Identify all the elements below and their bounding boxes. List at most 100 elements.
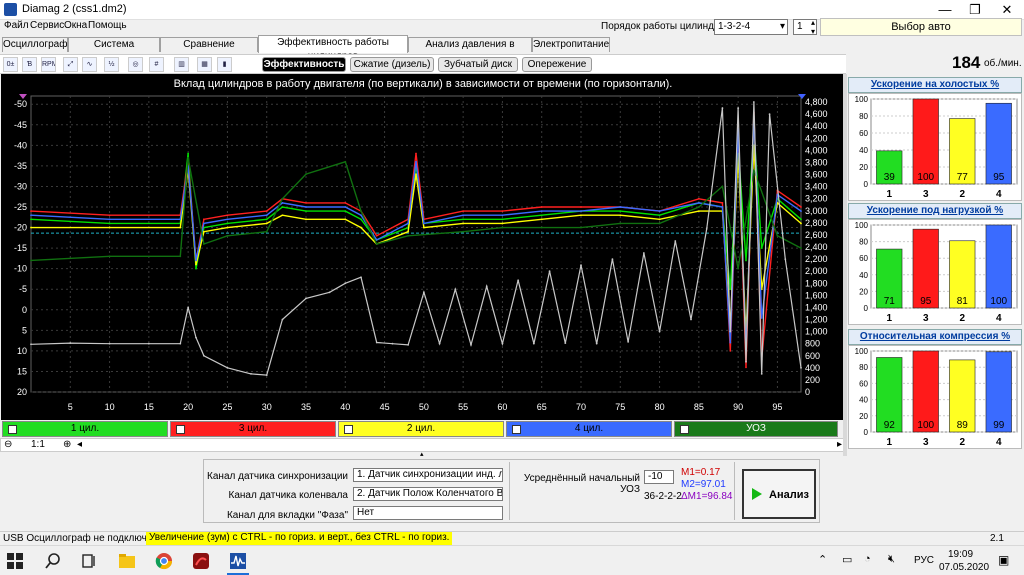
wave-icon[interactable]: ∿: [82, 57, 97, 72]
legend-cyl-4[interactable]: 4 цил.: [506, 421, 672, 437]
subtab-diesel-compression[interactable]: Сжатие (дизель): [350, 57, 434, 72]
x-tick-label: 80: [655, 402, 665, 412]
phase-channel-select[interactable]: Нет: [353, 506, 503, 520]
y-right-tick-label: 3,600: [805, 170, 828, 180]
game-app-icon[interactable]: [192, 552, 210, 570]
tab-ignition[interactable]: Система зажигания: [68, 37, 160, 64]
volume-icon[interactable]: 🔇︎: [888, 553, 895, 566]
x-tick-label: 40: [340, 402, 350, 412]
series-point: [501, 342, 504, 345]
menu-windows[interactable]: Окна: [64, 20, 87, 31]
toolbar: 0± Ɓ RPM ⤢ ∿ ½ ◎ # ▥ ▦ ▮ Эффективность С…: [0, 54, 846, 74]
phase-channel-label: Канал для вкладки "Фаза": [226, 510, 348, 521]
series-point: [344, 206, 347, 208]
series-point: [501, 218, 504, 221]
series-point: [721, 206, 724, 208]
bars-icon[interactable]: ▮: [217, 57, 232, 72]
marker-icon[interactable]: Ɓ: [22, 57, 37, 72]
analyze-button[interactable]: Анализ: [742, 469, 816, 519]
rpm-icon[interactable]: RPM: [41, 57, 56, 72]
clock-date[interactable]: 07.05.2020: [939, 562, 989, 573]
legend-uoz[interactable]: УОЗ: [674, 421, 838, 437]
notifications-icon[interactable]: ▣: [998, 553, 1009, 567]
series-point: [108, 255, 111, 258]
clock-time[interactable]: 19:09: [948, 549, 973, 560]
menu-service[interactable]: Сервис: [30, 20, 64, 31]
y-right-tick-label: 4,000: [805, 145, 828, 155]
checkbox[interactable]: [176, 425, 185, 434]
legend-cyl-1[interactable]: 1 цил.: [2, 421, 168, 437]
chrome-icon[interactable]: [155, 552, 173, 570]
tab-cylinder-compare[interactable]: Сравнение цилиндров: [160, 37, 258, 64]
sync-channel-select[interactable]: 1. Датчик синхронизации инд. лин: [353, 468, 503, 482]
subtab-advance[interactable]: Опережение: [522, 57, 592, 72]
language-indicator[interactable]: РУС: [914, 555, 934, 566]
menu-help[interactable]: Помощь: [88, 20, 127, 31]
counter-icon[interactable]: #: [149, 57, 164, 72]
battery-icon[interactable]: ▭: [842, 553, 852, 566]
tab-cylinder-efficiency[interactable]: Эффективность работы цилиндров: [258, 35, 408, 62]
idle-accel-title: Ускорение на холостых %: [848, 77, 1022, 93]
diamag-app-icon[interactable]: [229, 552, 247, 570]
legend-cyl-3[interactable]: 3 цил.: [170, 421, 336, 437]
checkbox[interactable]: [8, 425, 17, 434]
scroll-left-icon[interactable]: ◂: [77, 439, 82, 450]
crank-channel-select[interactable]: 2. Датчик Полож Коленчатого Вал: [353, 487, 503, 501]
checkbox[interactable]: [344, 425, 353, 434]
checkbox[interactable]: [512, 425, 521, 434]
series-point: [187, 152, 190, 155]
menu-file[interactable]: Файл: [4, 20, 29, 31]
series-point: [328, 291, 331, 294]
series-point: [195, 259, 197, 262]
subtab-gear-disk[interactable]: Зубчатый диск: [438, 57, 518, 72]
tab-oscilloscope[interactable]: Осциллограф: [2, 37, 68, 52]
checkbox[interactable]: [680, 425, 689, 434]
series-point: [540, 218, 543, 221]
series-point: [729, 341, 732, 344]
divide-icon[interactable]: ½: [104, 57, 119, 72]
series-point: [30, 343, 32, 346]
close-button[interactable]: ✕: [992, 0, 1022, 20]
cylinder-stepper[interactable]: 1 ▴ ▾: [793, 18, 817, 36]
series-point: [305, 173, 307, 176]
task-view-icon[interactable]: [80, 552, 98, 570]
series-point: [108, 226, 111, 229]
maximize-button[interactable]: ❐: [960, 0, 990, 20]
expand-icon[interactable]: ⤢: [63, 57, 78, 72]
crank-channel-label: Канал датчика коленвала: [228, 490, 348, 501]
tray-chevron-icon[interactable]: ⌃: [818, 553, 827, 566]
windows-start-icon[interactable]: [6, 552, 24, 570]
series-point: [344, 282, 347, 285]
y-right-tick-label: 2,400: [805, 242, 828, 252]
zoom-in-icon[interactable]: ⊕: [63, 439, 71, 450]
x-tick-label: 95: [772, 402, 782, 412]
zoom-out-icon[interactable]: ⊖: [4, 439, 12, 450]
file-explorer-icon[interactable]: [118, 552, 136, 570]
series-point: [532, 342, 535, 345]
splitter-icon[interactable]: ▴: [420, 451, 426, 458]
y-right-tick-label: 400: [805, 363, 820, 373]
bar-axis-tick: 0: [864, 428, 869, 437]
minimize-button[interactable]: —: [930, 0, 960, 20]
cylinder-chart-icon[interactable]: ▥: [174, 57, 189, 72]
tab-pressure-analysis[interactable]: Анализ давления в цилиндре: [408, 37, 532, 64]
rpm-unit: об./мин.: [984, 58, 1022, 69]
tab-power[interactable]: Электропитание: [532, 37, 610, 52]
wifi-icon[interactable]: ◔: [864, 553, 871, 565]
cylinder-order-select[interactable]: 1-3-2-4 ▾: [714, 19, 788, 35]
subtab-efficiency[interactable]: Эффективность: [262, 57, 346, 72]
scroll-right-icon[interactable]: ▸: [837, 439, 842, 450]
search-icon[interactable]: [44, 552, 62, 570]
efficiency-chart[interactable]: Вклад цилиндров в работу двигателя (по в…: [1, 74, 845, 420]
series-point: [226, 234, 229, 237]
uoz-select[interactable]: -10: [644, 470, 674, 484]
x-tick-label: 65: [537, 402, 547, 412]
target-icon[interactable]: ◎: [128, 57, 143, 72]
zero-adjust-icon[interactable]: 0±: [3, 57, 18, 72]
choose-car-button[interactable]: Выбор авто: [820, 18, 1022, 36]
splitter[interactable]: [843, 74, 847, 456]
series-point: [226, 218, 229, 221]
series-point: [697, 206, 700, 208]
grid-icon[interactable]: ▦: [197, 57, 212, 72]
legend-cyl-2[interactable]: 2 цил.: [338, 421, 504, 437]
